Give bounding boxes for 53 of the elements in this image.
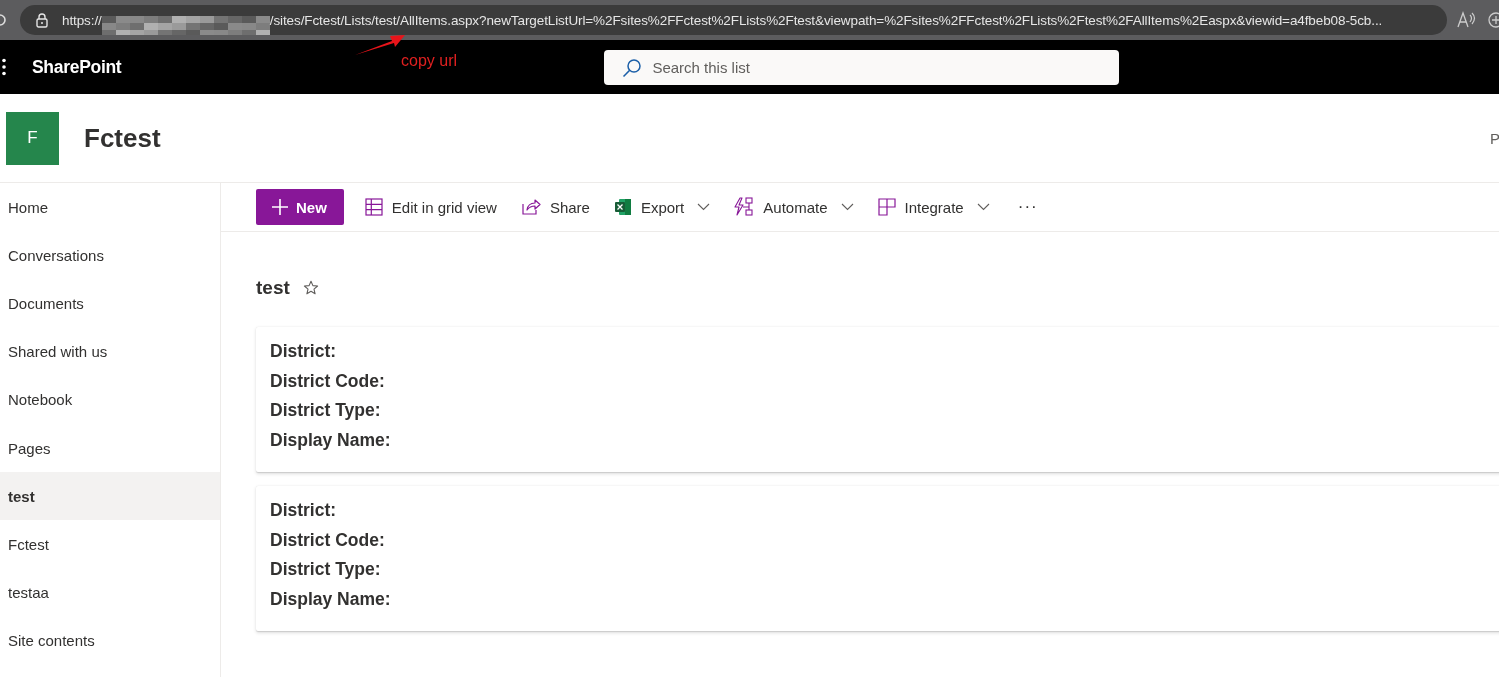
nav-link[interactable]: Conversations [0, 231, 220, 280]
search-field[interactable]: Search this list [604, 49, 1120, 85]
list-card[interactable]: District: District Code: District Type: Display Name: [256, 327, 1499, 472]
nav-link[interactable]: Pages [0, 423, 220, 473]
url-text: /sites/Fctest/Lists/test/AllItems.aspx?newTargetListUrl=%2Fsites%2FFctest%2FLists%2Ftest&viewpath=%2Fsites%2FFctest%2FLists%2Ftest%2FAllItems%2Easpx&viewid=a4fbeb08-5cb... [269, 12, 1383, 28]
nav-link[interactable]: Notebook [0, 375, 220, 424]
url-text: https:// [62, 12, 102, 28]
chevron-down-icon [840, 203, 854, 211]
annotation-text: copy url [401, 52, 458, 70]
share-icon [520, 198, 541, 216]
nav-link[interactable]: Fctest [0, 520, 220, 569]
field-label: District Type: [270, 399, 382, 422]
plus-icon [272, 199, 288, 215]
nav-link[interactable]: Home [0, 183, 220, 232]
list-card[interactable]: District: District Code: District Type: Display Name: [256, 486, 1499, 631]
search-icon [622, 57, 643, 78]
chevron-down-icon [697, 203, 711, 211]
nav-link[interactable]: Documents [0, 279, 220, 328]
flow-icon [734, 197, 755, 217]
new-button[interactable]: New [256, 189, 344, 225]
toolbar-button[interactable]: Integrate [877, 189, 990, 225]
field-label: Display Name: [270, 587, 392, 611]
field-label: District: [270, 340, 338, 363]
field-label: Display Name: [270, 428, 392, 452]
toolbar-button[interactable]: Share [520, 189, 590, 225]
reload-icon[interactable] [0, 13, 6, 27]
field-label: District Type: [270, 558, 382, 581]
address-bar[interactable]: https:// /sites/Fctest/Lists/test/AllItems.aspx?newTargetListUrl=%2Fsites%2FFctest%2FLists%2Ftest&viewpath=%2Fsites%2FFctest%2FLists%2Ftest%2FAllItems%2Easpx&viewid=a4fbeb08-5cb... [20, 5, 1447, 35]
site-title[interactable]: Fctest [84, 122, 1490, 154]
field-label: District Code: [270, 369, 386, 393]
field-label: District: [270, 499, 338, 522]
header-link[interactable]: P [1490, 129, 1499, 147]
toolbar-button[interactable]: Automate [734, 189, 854, 225]
lock-icon[interactable] [36, 12, 48, 28]
nav-link[interactable]: Site contents [0, 616, 220, 665]
nav-link[interactable]: test [0, 472, 220, 521]
blocks-icon [877, 198, 896, 216]
nav-link[interactable]: testaa [0, 568, 220, 617]
app-name[interactable]: SharePoint [32, 56, 122, 78]
nav-link[interactable]: Shared with us [0, 327, 220, 376]
spreadsheet-icon [613, 198, 632, 216]
app-launcher-icon[interactable] [2, 58, 6, 76]
more-button[interactable]: ··· [1017, 197, 1038, 217]
add-icon[interactable] [1487, 11, 1499, 29]
toolbar-button[interactable]: Export [613, 189, 711, 225]
chevron-down-icon [976, 203, 990, 211]
toolbar-button[interactable]: Edit in grid view [364, 189, 497, 225]
grid-icon [364, 198, 383, 216]
list-title: test [256, 277, 290, 299]
favorite-star-icon[interactable] [302, 280, 319, 296]
read-aloud-icon[interactable] [1457, 11, 1477, 29]
site-logo[interactable]: F [6, 111, 59, 165]
field-label: District Code: [270, 528, 386, 552]
